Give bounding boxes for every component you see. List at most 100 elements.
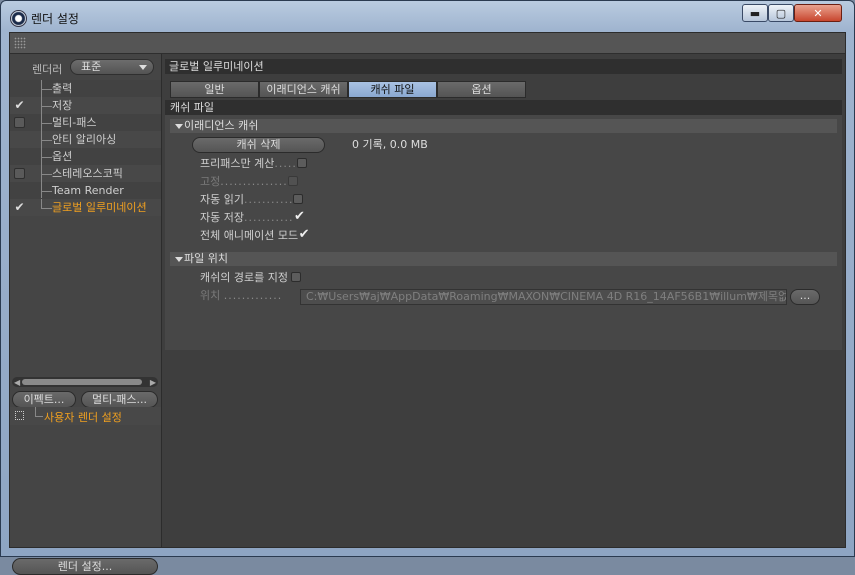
tree-branch-line [41,80,52,90]
minimize-button[interactable]: ▬ [742,4,768,22]
option-dots: ........... [243,193,294,206]
option-dots: ........... [243,211,294,224]
option-dots: ..... [274,157,297,170]
renderer-dropdown[interactable]: 표준 [70,59,154,75]
checkmark-icon[interactable]: ✔ [14,99,25,111]
tree-item-label: 멀티-패스 [52,116,97,129]
multipass-button[interactable]: 멀티-패스... [81,391,158,408]
maximize-button[interactable]: ▢ [768,4,794,22]
renderer-label: 렌더러 [32,63,63,76]
tab-options[interactable]: 옵션 [437,81,526,98]
section-header: 글로벌 일루미네이션 [165,59,842,74]
tree-item-checkbox[interactable] [14,117,25,128]
location-dots: ............. [223,289,283,302]
tree-item[interactable]: ✔ 글로벌 일루미네이션 [10,199,161,216]
render-settings-button[interactable]: 렌더 설정... [12,558,158,575]
scroll-right-icon[interactable]: ▶ [150,378,156,387]
user-render-settings-item[interactable]: 사용자 렌더 설정 [10,407,161,425]
renderer-value: 표준 [81,60,102,73]
tree-vertical-line [41,80,42,198]
scroll-left-icon[interactable]: ◀ [14,378,20,387]
tree-item[interactable]: ✔ 저장 [10,97,161,114]
renderer-row: 렌더러 표준 [10,57,161,77]
tree-item[interactable]: 출력 [10,80,161,97]
tree-branch-line [41,182,52,192]
tree-item[interactable]: Team Render [10,182,161,199]
effect-button[interactable]: 이펙트... [12,391,76,408]
cache-info: 0 기록, 0.0 MB [352,138,428,151]
render-settings-window: 렌더 설정 ▬ ▢ ✕ 렌더러 표준 출력 ✔ 저장 멀티-패스 안티 알리아싱 옵션 스테… [0,0,855,575]
tab-cache-files[interactable]: 캐쉬 파일 [348,81,437,98]
attributes-panel: 글로벌 일루미네이션 일반 이래디언스 캐쉬 캐쉬 파일 옵션 캐쉬 파일 이래… [162,54,845,547]
tree-branch-line [41,148,52,158]
user-render-settings-label: 사용자 렌더 설정 [44,411,122,424]
tree-branch-line [41,97,52,107]
tree-item[interactable]: 옵션 [10,148,161,165]
checkmark-icon[interactable]: ✔ [298,228,310,241]
option-label: 고정 [200,175,221,188]
group-title: 이래디언스 캐쉬 [184,119,259,132]
tree-item-checkbox[interactable] [14,168,25,179]
option-row: 전체 애니메이션 모드✔ [200,228,310,244]
settings-tree: 출력 ✔ 저장멀티-패스안티 알리아싱옵션스테레오스코픽 Team Render ✔ 글로… [10,80,161,216]
option-dots: ............... [220,175,288,188]
tree-item[interactable]: 스테레오스코픽 [10,165,161,182]
tree-item-label: 저장 [52,99,73,112]
option-row: 고정............... [200,174,298,190]
option-checkbox[interactable] [293,194,304,204]
tree-item-label: Team Render [52,184,124,197]
option-row: 프리패스만 계산..... [200,156,307,172]
tree-item-label: 안티 알리아싱 [52,133,117,146]
tree-branch-line [41,131,52,141]
client-area: 렌더러 표준 출력 ✔ 저장 멀티-패스 안티 알리아싱 옵션 스테레오스코픽 Team Re… [9,32,846,575]
settings-node-icon [15,411,24,420]
option-label: 프리패스만 계산 [200,157,275,170]
tree-branch-line [41,114,52,124]
option-row: 자동 읽기........... [200,192,304,208]
option-label: 자동 읽기 [200,193,244,206]
option-label: 전체 애니메이션 모드 [200,229,299,242]
tree-item-label: 출력 [52,82,73,95]
custom-path-checkbox[interactable] [291,272,302,282]
location-label: 위치 [200,289,221,302]
close-button[interactable]: ✕ [794,4,842,22]
group-irradiance-cache[interactable]: 이래디언스 캐쉬 [170,119,837,133]
tree-item-label: 스테레오스코픽 [52,167,123,180]
option-label: 자동 저장 [200,211,244,224]
tab-general[interactable]: 일반 [170,81,259,98]
browse-button[interactable]: ... [790,289,820,305]
grip-icon[interactable] [14,37,26,49]
window-title: 렌더 설정 [31,12,79,26]
toolbar-strip [10,33,845,54]
tree-branch-line [35,407,43,417]
group-file-location[interactable]: 파일 위치 [170,252,837,266]
custom-path-label: 캐쉬의 경로를 지정 [200,271,288,284]
tree-branch-line [41,165,52,175]
checkmark-icon[interactable]: ✔ [14,201,25,213]
settings-tree-panel: 렌더러 표준 출력 ✔ 저장멀티-패스안티 알리아싱옵션스테레오스코픽 Team Re… [10,54,162,575]
tree-item[interactable]: 멀티-패스 [10,114,161,131]
clear-cache-button[interactable]: 캐쉬 삭제 [192,137,325,153]
panel-title: 캐쉬 파일 [165,100,842,115]
tree-item-label: 옵션 [52,150,73,163]
location-row: 위치 ............. [200,288,282,304]
collapse-triangle-icon [175,124,183,129]
scrollbar-thumb[interactable] [22,379,142,385]
option-row: 자동 저장...........✔ [200,210,305,226]
tab-irradiance-cache[interactable]: 이래디언스 캐쉬 [259,81,348,98]
option-checkbox[interactable] [296,158,307,168]
group-title: 파일 위치 [184,252,228,265]
collapse-triangle-icon [175,257,183,262]
title-bar[interactable]: 렌더 설정 ▬ ▢ ✕ [1,1,854,33]
option-checkbox[interactable] [287,176,298,186]
location-path-field[interactable]: C:₩Users₩aj₩AppData₩Roaming₩MAXON₩CINEMA… [300,289,787,305]
cache-files-panel: 캐쉬 파일 이래디언스 캐쉬 캐쉬 삭제 0 기록, 0.0 MB 프리패스만 … [165,100,842,350]
chevron-down-icon [139,65,147,70]
tree-item-label: 글로벌 일루미네이션 [52,201,147,214]
horizontal-scrollbar[interactable]: ◀ ▶ [12,377,158,387]
cinema4d-app-icon [10,10,27,27]
tree-branch-line [41,199,52,209]
custom-path-row: 캐쉬의 경로를 지정 [200,270,302,286]
checkmark-icon[interactable]: ✔ [293,210,305,223]
tree-item[interactable]: 안티 알리아싱 [10,131,161,148]
